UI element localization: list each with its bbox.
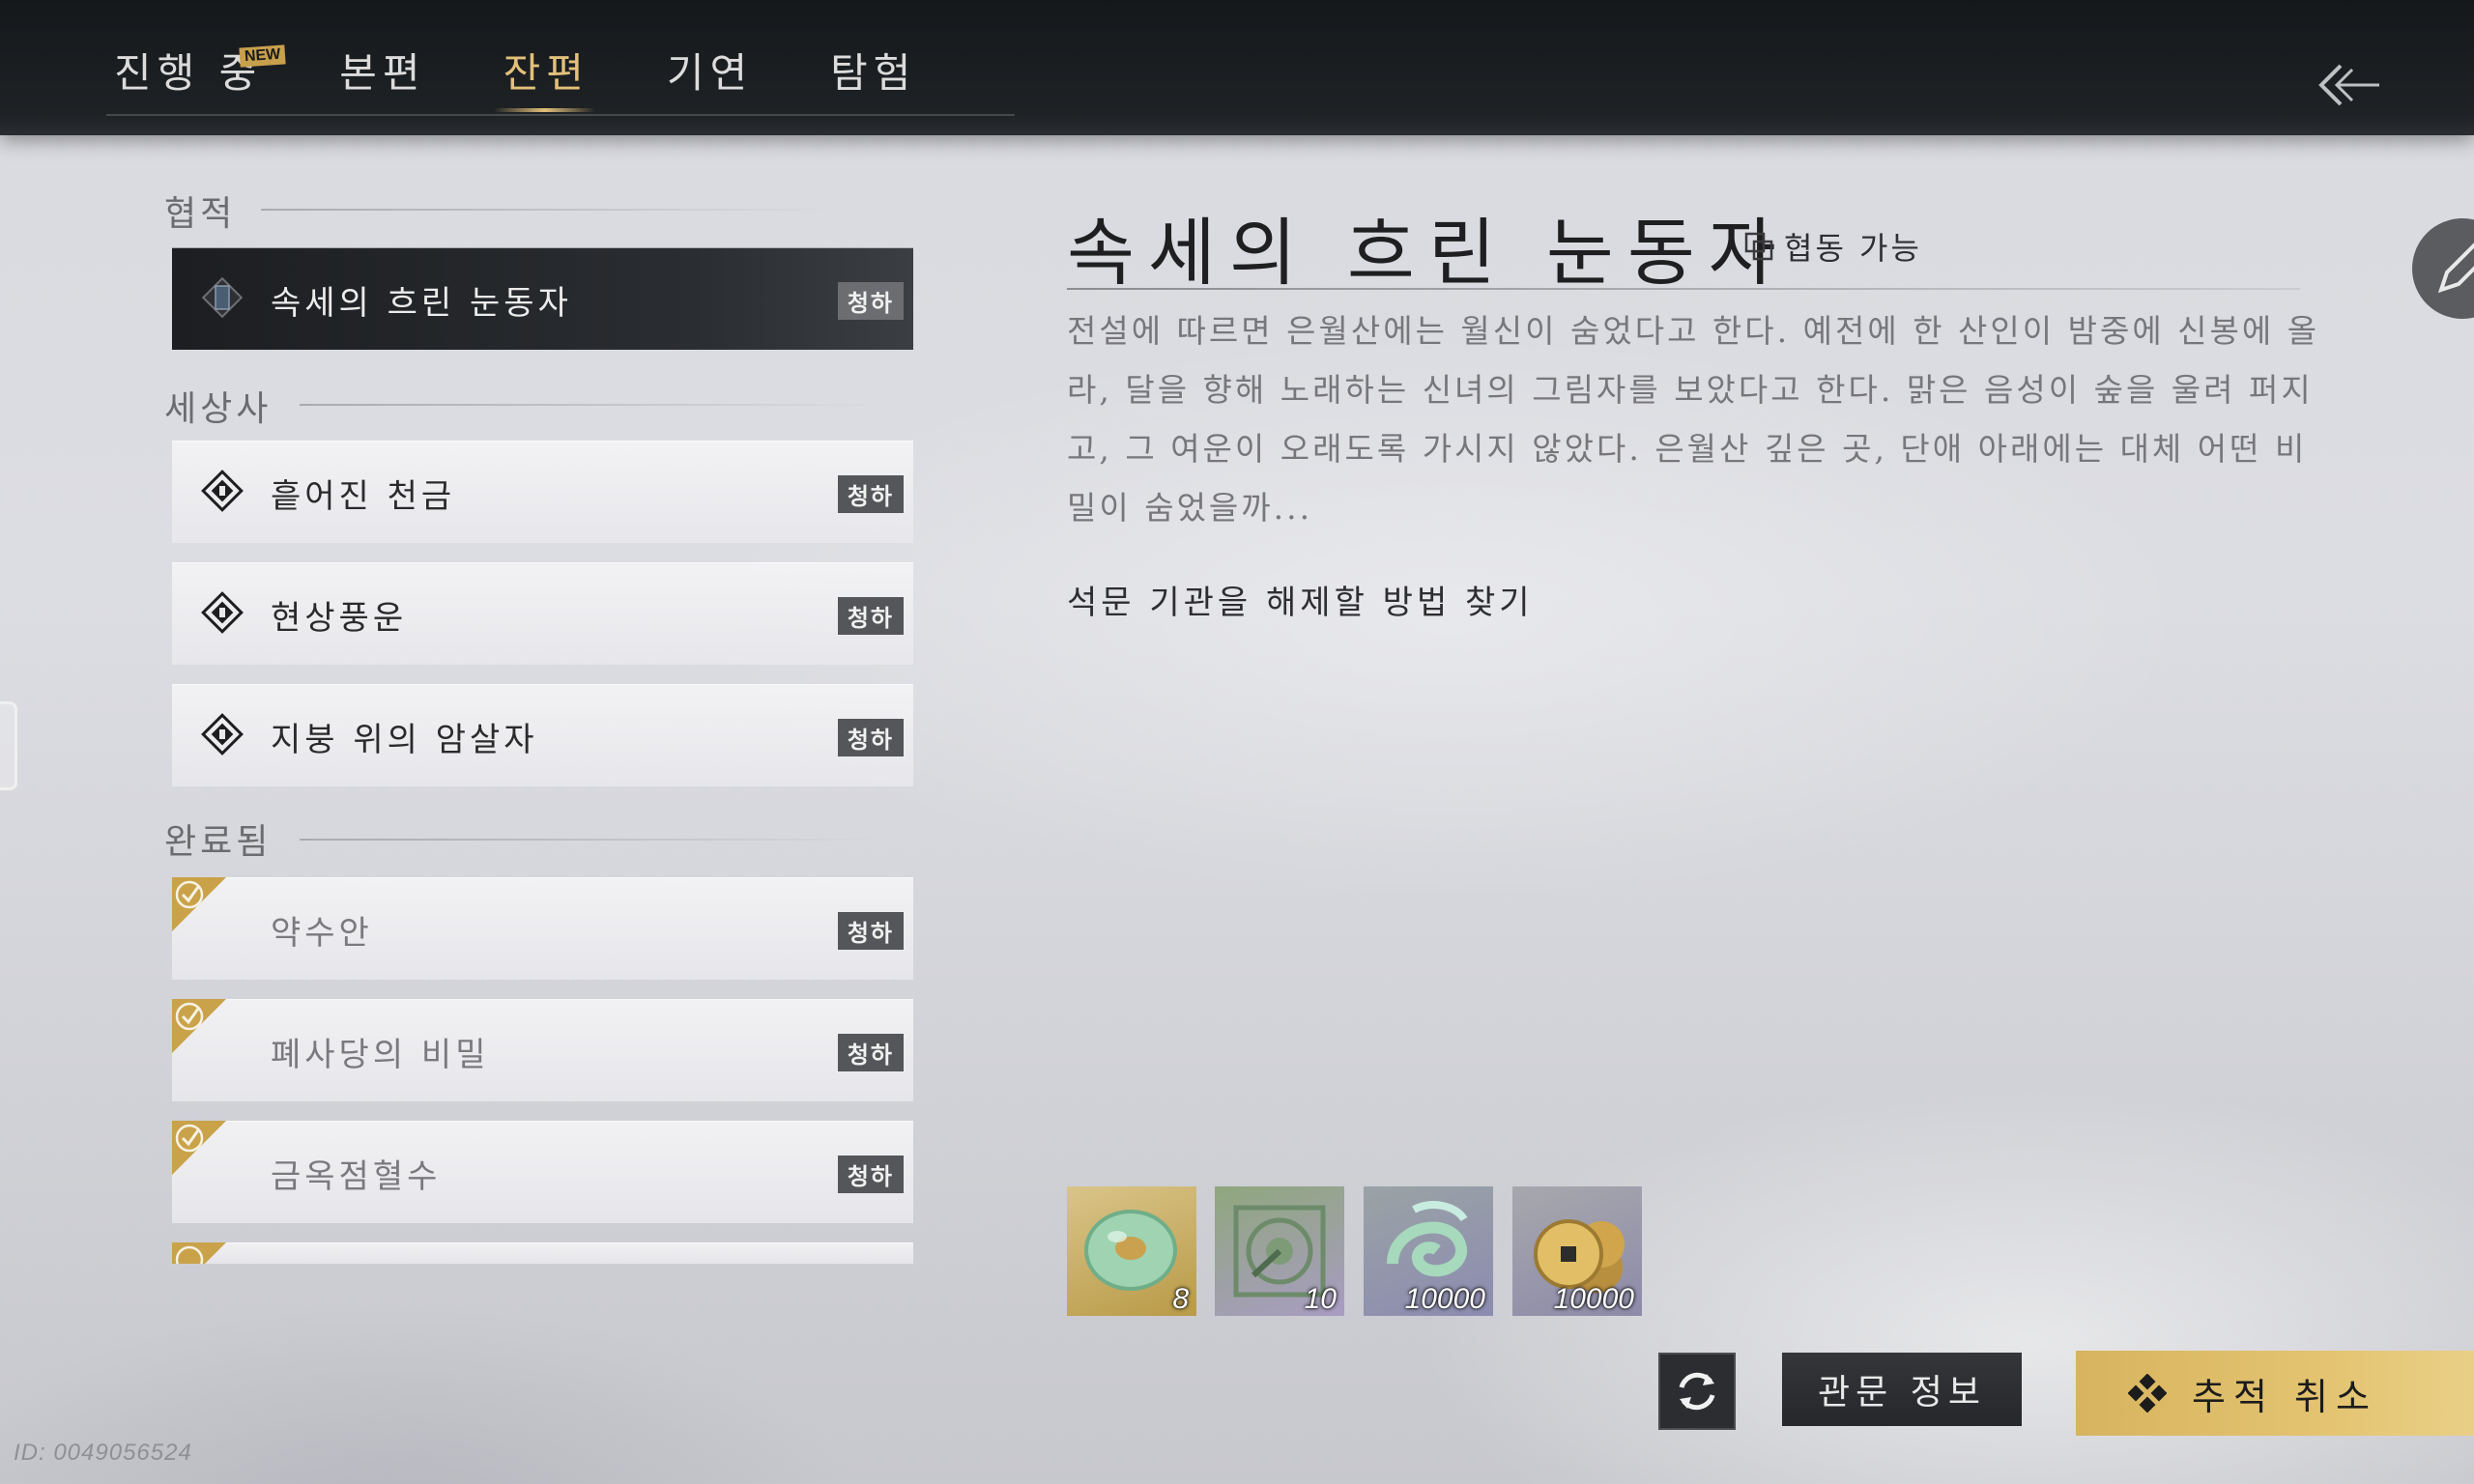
user-id: ID: 0049056524 bbox=[14, 1440, 192, 1466]
quest-label: 흩어진 천금 bbox=[271, 477, 456, 516]
quest-item[interactable]: 지붕 위의 암살자 청하 bbox=[172, 684, 913, 786]
diamond-icon bbox=[2128, 1374, 2167, 1413]
new-badge: NEW bbox=[239, 44, 286, 68]
checkmark-icon bbox=[172, 877, 226, 931]
reward-count: 10000 bbox=[1404, 1283, 1485, 1315]
quest-diamond-icon bbox=[201, 591, 244, 634]
quest-label: 폐사당의 비밀 bbox=[271, 1036, 490, 1074]
quest-item[interactable]: 현상풍운 청하 bbox=[172, 562, 913, 665]
tab-encounter[interactable]: 기연 bbox=[667, 41, 753, 118]
quest-description: 전설에 따르면 은월산에는 월신이 숨었다고 한다. 예전에 한 산인이 밤중에… bbox=[1067, 312, 2320, 527]
section-divider bbox=[261, 209, 841, 211]
tab-side-story[interactable]: 잔편 bbox=[493, 41, 596, 118]
tab-exploration[interactable]: 탐험 bbox=[830, 41, 916, 118]
cancel-tracking-label: 추적 취소 bbox=[2192, 1375, 2377, 1418]
quest-label: 속세의 흐린 눈동자 bbox=[271, 284, 572, 323]
tab-bar: 진행 중 NEW 본편 잔편 기연 탐험 bbox=[114, 41, 993, 118]
reward-count: 10 bbox=[1304, 1283, 1337, 1315]
quest-label: 지붕 위의 암살자 bbox=[271, 721, 538, 759]
quest-tag: 청하 bbox=[837, 912, 904, 950]
scroll-icon bbox=[201, 276, 244, 319]
quest-tag: 청하 bbox=[837, 1156, 904, 1193]
checkmark-icon bbox=[172, 1121, 226, 1175]
quest-diamond-icon bbox=[201, 713, 244, 756]
tab-main-story[interactable]: 본편 bbox=[339, 41, 425, 118]
quest-tag: 청하 bbox=[837, 597, 904, 635]
quest-item-completed[interactable]: 폐사당의 비밀 청하 bbox=[172, 999, 913, 1101]
refresh-button[interactable] bbox=[1658, 1353, 1736, 1430]
quest-tag: 청하 bbox=[837, 282, 904, 320]
checkmark-icon bbox=[172, 999, 226, 1053]
reward-item[interactable]: 10000 bbox=[1512, 1186, 1642, 1316]
back-arrow-icon[interactable] bbox=[2312, 56, 2381, 114]
section-title-sesangsa: 세상사 bbox=[164, 389, 273, 429]
quest-item-selected[interactable]: 속세의 흐린 눈동자 청하 bbox=[172, 247, 913, 350]
quest-item[interactable]: 흩어진 천금 청하 bbox=[172, 441, 913, 543]
side-drawer-handle[interactable] bbox=[0, 701, 17, 790]
quest-item-completed[interactable]: 금옥점혈수 청하 bbox=[172, 1121, 913, 1223]
title-divider bbox=[1067, 288, 2300, 290]
section-title-completed: 완료됨 bbox=[164, 822, 273, 862]
quest-label: 금옥점혈수 bbox=[271, 1157, 442, 1196]
quest-item-completed[interactable]: 약수안 청하 bbox=[172, 877, 913, 980]
quest-label: 약수안 bbox=[271, 914, 373, 953]
quest-item-partial[interactable] bbox=[172, 1242, 913, 1264]
stage-info-label: 관문 정보 bbox=[1818, 1373, 1986, 1413]
stage-info-button[interactable]: 관문 정보 bbox=[1782, 1353, 2022, 1426]
reward-item[interactable]: 8 bbox=[1067, 1186, 1196, 1316]
quest-label: 현상풍운 bbox=[271, 599, 408, 638]
coop-indicator: 협동 가능 bbox=[1743, 224, 1922, 269]
quest-diamond-icon bbox=[201, 470, 244, 512]
quest-tag: 청하 bbox=[837, 475, 904, 513]
refresh-icon bbox=[1679, 1372, 1715, 1411]
coop-label: 협동 가능 bbox=[1784, 230, 1922, 267]
coop-icon bbox=[1744, 232, 1773, 261]
section-divider bbox=[300, 839, 879, 841]
section-divider bbox=[300, 404, 879, 406]
checkmark-icon bbox=[172, 1242, 226, 1264]
reward-item[interactable]: 10 bbox=[1215, 1186, 1344, 1316]
edit-button[interactable] bbox=[2412, 218, 2474, 319]
tab-label: 본편 bbox=[339, 49, 426, 97]
quest-title: 속세의 흐린 눈동자 bbox=[1067, 210, 1790, 296]
reward-count: 10000 bbox=[1553, 1283, 1634, 1315]
tab-label: 탐험 bbox=[830, 49, 917, 97]
tab-label: 잔편 bbox=[503, 49, 590, 97]
tab-label: 기연 bbox=[666, 49, 754, 97]
reward-count: 8 bbox=[1172, 1283, 1189, 1315]
section-title-hyeopjeok: 협적 bbox=[164, 194, 237, 234]
quest-tag: 청하 bbox=[837, 719, 904, 756]
tab-in-progress[interactable]: 진행 중 NEW bbox=[114, 41, 286, 118]
quest-tag: 청하 bbox=[837, 1034, 904, 1071]
pencil-icon bbox=[2437, 243, 2474, 294]
cancel-tracking-button[interactable]: 추적 취소 bbox=[2076, 1351, 2474, 1436]
quest-objective: 석문 기관을 해제할 방법 찾기 bbox=[1067, 584, 1534, 622]
reward-item[interactable]: 10000 bbox=[1364, 1186, 1493, 1316]
tab-divider bbox=[106, 114, 1015, 116]
top-navigation-bar: 진행 중 NEW 본편 잔편 기연 탐험 bbox=[0, 0, 2474, 135]
